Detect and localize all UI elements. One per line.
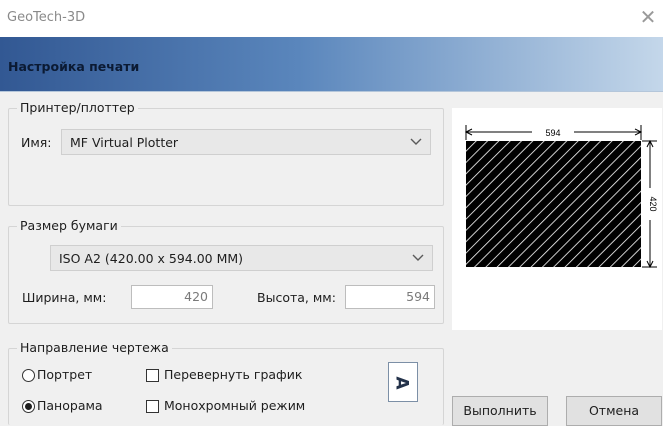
printer-select-value: MF Virtual Plotter <box>70 135 179 150</box>
orientation-icon: A <box>388 362 418 402</box>
orientation-legend: Направление чертежа <box>17 340 172 355</box>
printer-group: Принтер/плоттер Имя: MF Virtual Plotter <box>8 100 444 206</box>
flip-checkbox[interactable] <box>146 369 159 382</box>
height-label: Высота, мм: <box>257 290 336 305</box>
paper-preview: 594 420 <box>452 108 662 330</box>
paper-preview-drawing: 594 420 <box>464 125 658 269</box>
orientation-group: Направление чертежа Портрет Панорама Пер… <box>8 340 444 425</box>
chevron-down-icon <box>412 249 424 268</box>
portrait-label[interactable]: Портрет <box>37 367 92 382</box>
paper-size-value: ISO A2 (420.00 x 594.00 MM) <box>59 251 244 266</box>
cancel-button[interactable]: Отмена <box>566 396 662 426</box>
preview-width-label: 594 <box>545 128 560 138</box>
flip-label[interactable]: Перевернуть график <box>164 367 302 382</box>
orientation-glyph: A <box>391 376 412 390</box>
paper-size-legend: Размер бумаги <box>17 218 121 233</box>
paper-size-group: Размер бумаги ISO A2 (420.00 x 594.00 MM… <box>8 218 444 324</box>
paper-size-select[interactable]: ISO A2 (420.00 x 594.00 MM) <box>50 245 433 271</box>
mono-checkbox[interactable] <box>146 400 159 413</box>
landscape-label[interactable]: Панорама <box>37 398 103 413</box>
dialog-title: Настройка печати <box>8 59 140 74</box>
window-title: GeoTech-3D <box>7 10 86 25</box>
preview-height-label: 420 <box>648 196 658 211</box>
dialog-header: Настройка печати <box>0 37 663 92</box>
paper-sheet <box>466 141 641 267</box>
ok-button[interactable]: Выполнить <box>452 396 548 426</box>
height-input[interactable]: 594 <box>345 285 435 309</box>
printer-group-legend: Принтер/плоттер <box>17 100 138 115</box>
width-label: Ширина, мм: <box>22 290 107 305</box>
mono-label[interactable]: Монохромный режим <box>164 398 305 413</box>
landscape-radio[interactable] <box>22 400 35 413</box>
printer-select[interactable]: MF Virtual Plotter <box>61 129 431 155</box>
width-input[interactable]: 420 <box>131 285 213 309</box>
chevron-down-icon <box>410 133 422 152</box>
close-icon[interactable]: ✕ <box>635 4 661 30</box>
portrait-radio[interactable] <box>22 369 35 382</box>
printer-name-label: Имя: <box>21 135 52 150</box>
window-titlebar: GeoTech-3D ✕ <box>0 0 663 37</box>
